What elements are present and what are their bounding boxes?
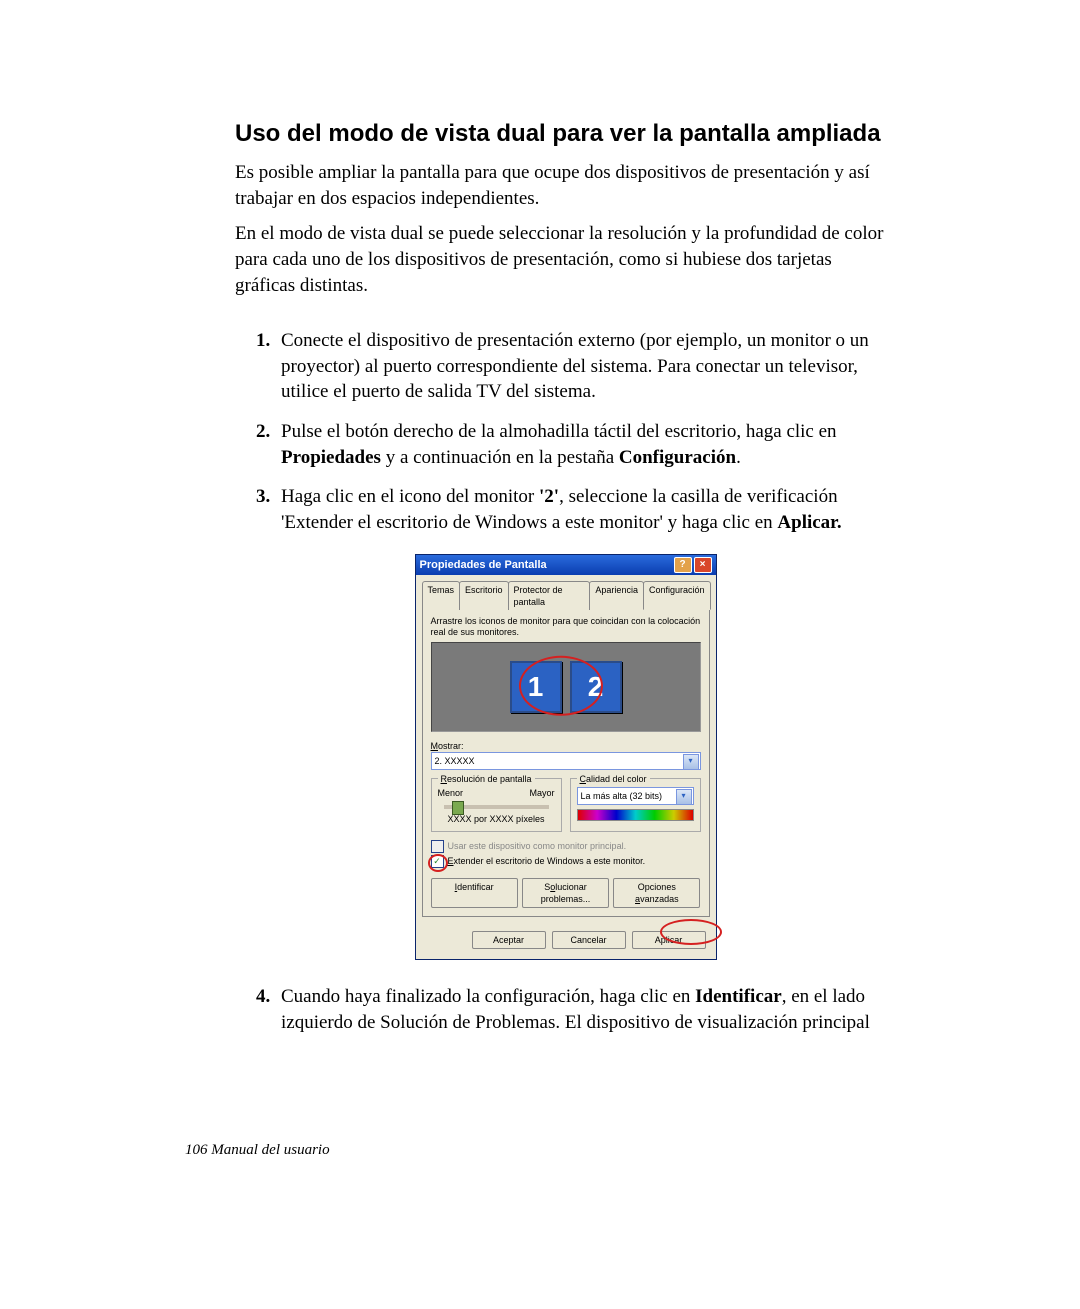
color-dropdown-value: La más alta (32 bits): [581, 790, 663, 802]
step-2: Pulse el botón derecho de la almohadilla…: [275, 419, 890, 470]
tab-temas[interactable]: Temas: [422, 581, 461, 610]
display-dropdown-value: 2. XXXXX: [435, 755, 475, 767]
step-1: Conecte el dispositivo de presentación e…: [275, 328, 890, 405]
step-2-b: Propiedades: [281, 447, 381, 468]
troubleshoot-button[interactable]: Solucionar problemas...: [522, 878, 609, 908]
dialog-title: Propiedades de Pantalla: [420, 555, 547, 575]
step-3-a: Haga clic en el icono del monitor: [281, 486, 539, 507]
res-menor: Menor: [438, 787, 464, 799]
annotation-circle-extend: [428, 854, 448, 872]
help-button[interactable]: ?: [674, 557, 692, 573]
intro-para-1: Es posible ampliar la pantalla para que …: [235, 160, 890, 211]
display-properties-dialog: Propiedades de Pantalla ? × Temas Escrit…: [415, 554, 717, 961]
dialog-titlebar: Propiedades de Pantalla ? ×: [416, 555, 716, 575]
tab-body: Arrastre los iconos de monitor para que …: [422, 609, 710, 917]
step-2-c: y a continuación en la pestaña: [381, 447, 619, 468]
step-2-e: .: [736, 447, 741, 468]
dialog-tabs: Temas Escritorio Protector de pantalla A…: [416, 575, 716, 610]
tab-protector[interactable]: Protector de pantalla: [508, 581, 591, 610]
page-footer: 106 Manual del usuario: [185, 1142, 330, 1159]
step-4: Cuando haya finalizado la configuración,…: [275, 984, 890, 1035]
mostrar-label: Mostrar:: [431, 740, 701, 752]
extend-desktop-checkbox[interactable]: ✓Extender el escritorio de Windows a est…: [431, 855, 701, 868]
steps-list: Conecte el dispositivo de presentación e…: [235, 328, 890, 1035]
primary-monitor-checkbox[interactable]: Usar este dispositivo como monitor princ…: [431, 840, 701, 853]
step-4-a: Cuando haya finalizado la configuración,…: [281, 986, 695, 1007]
color-legend: Calidad del color: [577, 773, 650, 785]
drag-hint: Arrastre los iconos de monitor para que …: [431, 616, 701, 638]
chevron-down-icon[interactable]: ▾: [683, 754, 699, 770]
color-group: Calidad del color La más alta (32 bits) …: [570, 778, 701, 832]
identify-button[interactable]: Identificar: [431, 878, 518, 908]
section-heading: Uso del modo de vista dual para ver la p…: [235, 120, 890, 148]
color-dropdown[interactable]: La más alta (32 bits) ▾: [577, 787, 694, 805]
step-3-d: Aplicar.: [777, 512, 841, 533]
checkboxes: Usar este dispositivo como monitor princ…: [431, 840, 701, 868]
resolution-legend: Resolución de pantalla: [438, 773, 535, 785]
advanced-button[interactable]: Opciones avanzadas: [613, 878, 700, 908]
slider-thumb[interactable]: [452, 801, 464, 815]
tab-apariencia[interactable]: Apariencia: [589, 581, 644, 610]
step-2-d: Configuración: [619, 447, 736, 468]
step-3-b: '2': [539, 486, 559, 507]
intro-para-2: En el modo de vista dual se puede selecc…: [235, 221, 890, 298]
res-mayor: Mayor: [529, 787, 554, 799]
step-4-b: Identificar: [695, 986, 782, 1007]
step-3: Haga clic en el icono del monitor '2', s…: [275, 484, 890, 960]
resolution-group: Resolución de pantalla Menor Mayor XXXX …: [431, 778, 562, 832]
tab-configuracion[interactable]: Configuración: [643, 581, 711, 610]
tab-escritorio[interactable]: Escritorio: [459, 581, 509, 610]
ok-button[interactable]: Aceptar: [472, 931, 546, 949]
annotation-circle-monitor2: [518, 655, 602, 715]
display-dropdown[interactable]: 2. XXXXX ▾: [431, 752, 701, 770]
color-spectrum: [577, 809, 694, 821]
close-button[interactable]: ×: [694, 557, 712, 573]
checkbox-icon: [431, 840, 444, 853]
step-2-a: Pulse el botón derecho de la almohadilla…: [281, 421, 837, 442]
apply-button[interactable]: Aplicar: [632, 931, 706, 949]
resolution-slider[interactable]: [444, 805, 549, 809]
chevron-down-icon[interactable]: ▾: [676, 789, 692, 805]
cancel-button[interactable]: Cancelar: [552, 931, 626, 949]
monitor-arrangement[interactable]: 1 2: [431, 642, 701, 732]
